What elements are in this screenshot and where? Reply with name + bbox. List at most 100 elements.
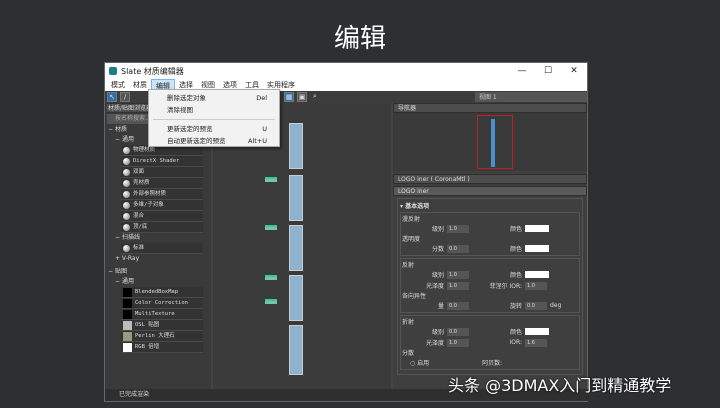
list-item[interactable]: DirectX Shader	[121, 156, 203, 167]
map-swatch-icon	[123, 298, 132, 308]
map-node[interactable]	[265, 299, 277, 304]
menu-item-auto-update-preview[interactable]: 自动更新选定的预览 Alt+U	[149, 135, 279, 147]
label: 旋转	[509, 303, 522, 310]
refraction-gloss-spinner[interactable]: 1.0	[447, 338, 469, 347]
reflection-section: 反射 级别 1.0 颜色 光泽度 1.0 菲涅尔 IOR: 1.0 各向异性 量 0.0 旋转…	[400, 258, 580, 313]
view-select[interactable]: 视图 1	[475, 92, 587, 102]
basic-options-rollout: ▾ 基本选项 漫反射 级别 1.0 颜色 透明度 分数 0.0 颜色 反射 级别 1.0 颜…	[397, 198, 583, 375]
label: IOR:	[509, 339, 523, 346]
basic-options-title[interactable]: ▾ 基本选项	[400, 201, 580, 210]
group-scanline[interactable]: − 扫描线	[105, 233, 211, 243]
refraction-color-swatch[interactable]	[525, 328, 549, 335]
label: 级别	[431, 272, 444, 279]
map-node[interactable]	[265, 225, 277, 230]
anisotropy-rotation-spinner[interactable]: 0.0	[525, 301, 547, 310]
label: 阿贝数:	[482, 360, 503, 367]
label: 级别	[431, 226, 444, 233]
map-swatch-icon	[123, 309, 132, 319]
map-swatch-icon	[123, 320, 132, 330]
navigator-view[interactable]	[393, 113, 587, 171]
zoom-icon[interactable]: ⌕	[310, 92, 320, 102]
material-ball-icon	[123, 146, 130, 154]
material-ball-icon	[123, 168, 130, 176]
refraction-ior-spinner[interactable]: 1.6	[525, 338, 547, 347]
menu-separator	[153, 119, 275, 120]
refraction-level-spinner[interactable]: 0.0	[447, 327, 469, 336]
translucency-fraction-spinner[interactable]: 0.0	[447, 244, 469, 253]
material-ball-icon	[123, 179, 130, 187]
list-item[interactable]: Perlin 大理石	[121, 331, 203, 342]
material-node[interactable]	[289, 275, 303, 321]
label: 颜色	[509, 246, 522, 253]
diffuse-level-spinner[interactable]: 1.0	[447, 224, 469, 233]
map-swatch-icon	[123, 287, 132, 297]
dispersion-title: 分散	[402, 350, 415, 357]
material-header: LOGO iner ( CoronaMtl )	[393, 174, 587, 184]
layout-icon[interactable]: ▦	[284, 92, 294, 102]
material-ball-icon	[123, 157, 130, 165]
window-title: Slate 材质编辑器	[121, 66, 184, 76]
list-item[interactable]: 双面	[121, 167, 203, 178]
refraction-title: 折射	[402, 319, 415, 326]
eyedropper-icon[interactable]: /	[120, 92, 130, 102]
list-item[interactable]: Color Correction	[121, 298, 203, 309]
app-logo-icon	[109, 67, 117, 75]
list-item[interactable]: 顶/底	[121, 222, 203, 233]
map-node[interactable]	[265, 275, 277, 280]
map-node[interactable]	[265, 177, 277, 182]
label: 颜色	[509, 272, 522, 279]
label: 颜色	[509, 329, 522, 336]
list-item[interactable]: OSL 贴图	[121, 320, 203, 331]
material-name-field[interactable]: LOGO iner	[393, 186, 587, 196]
material-node[interactable]	[289, 225, 303, 271]
menu-mode[interactable]: 模式	[107, 79, 129, 91]
translucency-color-swatch[interactable]	[525, 245, 549, 252]
title-bar: Slate 材质编辑器 — ☐ ✕	[105, 63, 587, 79]
reflection-title: 反射	[402, 262, 415, 269]
select-tool-icon[interactable]: ↖	[107, 92, 117, 102]
map-swatch-icon	[123, 331, 132, 341]
label: 颜色	[509, 226, 522, 233]
list-item[interactable]: 标准	[121, 243, 203, 254]
reflection-gloss-spinner[interactable]: 1.0	[447, 281, 469, 290]
material-node[interactable]	[289, 175, 303, 221]
list-item[interactable]: 混合	[121, 211, 203, 222]
menu-item-update-preview[interactable]: 更新选定的预览 U	[149, 123, 279, 135]
anisotropy-amount-spinner[interactable]: 0.0	[447, 301, 469, 310]
label: 级别	[431, 329, 444, 336]
navigator-viewport-frame[interactable]	[477, 115, 513, 169]
reflection-color-swatch[interactable]	[525, 271, 549, 278]
group-vray[interactable]: + V-Ray	[105, 254, 211, 264]
layout-children-icon[interactable]: ▣	[297, 92, 307, 102]
menu-item-clear-view[interactable]: 清除视图	[149, 104, 279, 116]
material-node[interactable]	[289, 123, 303, 169]
refraction-section: 折射 级别 0.0 颜色 光泽度 1.0 IOR: 1.6 分散 ○ 启用 阿贝数:	[400, 315, 580, 370]
list-item[interactable]: 外部参照材质	[121, 189, 203, 200]
diffuse-color-swatch[interactable]	[525, 225, 549, 232]
fresnel-ior-spinner[interactable]: 1.0	[525, 281, 547, 290]
list-item[interactable]: MultiTexture	[121, 309, 203, 320]
dispersion-enable-checkbox[interactable]: ○ 启用	[410, 358, 429, 367]
map-swatch-icon	[123, 342, 132, 352]
minimize-button[interactable]: —	[509, 66, 535, 76]
material-node[interactable]	[289, 325, 303, 375]
watermark: 头条 @3DMAX入门到精通教学	[448, 376, 672, 395]
list-item[interactable]: 多维/子对象	[121, 200, 203, 211]
close-button[interactable]: ✕	[561, 66, 587, 76]
menu-item-delete-selected[interactable]: 删除选定对象 Del	[149, 92, 279, 104]
unit-label: deg	[550, 302, 562, 309]
translucency-title: 透明度	[402, 236, 421, 243]
navigator-nodes	[491, 119, 495, 167]
anisotropy-title: 各向异性	[402, 293, 427, 300]
group-maps-general[interactable]: − 通用	[105, 277, 211, 287]
reflection-level-spinner[interactable]: 1.0	[447, 270, 469, 279]
right-panel: 导航器 LOGO iner ( CoronaMtl ) LOGO iner ▾ …	[393, 103, 587, 389]
slide-title: 编辑	[333, 24, 386, 54]
group-maps[interactable]: − 贴图	[105, 267, 211, 277]
list-item[interactable]: 壳材质	[121, 178, 203, 189]
list-item[interactable]: RGB 倍增	[121, 342, 203, 353]
list-item[interactable]: BlendedBoxMap	[121, 287, 203, 298]
material-ball-icon	[123, 244, 130, 252]
maximize-button[interactable]: ☐	[535, 66, 561, 76]
navigator-header: 导航器	[393, 103, 587, 113]
